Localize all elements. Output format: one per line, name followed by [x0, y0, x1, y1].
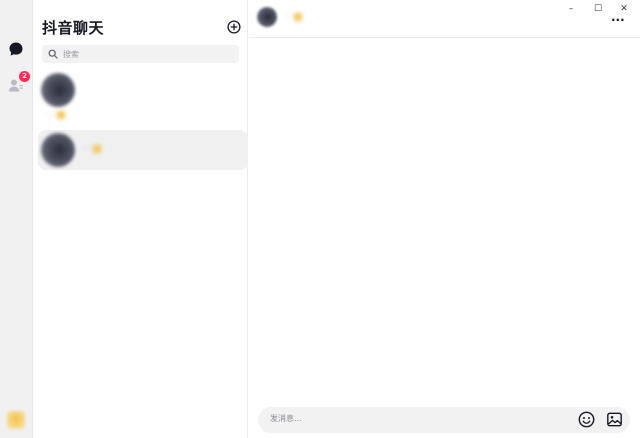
chat-header: · · ···: [249, 0, 640, 38]
plus-circle-icon: [227, 20, 241, 34]
close-button[interactable]: ✕: [614, 2, 634, 16]
chat-contact-name: · ·: [281, 12, 303, 22]
user-avatar[interactable]: [7, 411, 25, 429]
more-options-button[interactable]: ···: [611, 14, 625, 26]
conversation-name: · ·: [80, 144, 102, 154]
search-input[interactable]: [63, 49, 223, 59]
emoji-icon: [578, 411, 595, 428]
image-icon: [607, 412, 622, 427]
conversation-name: · ·: [44, 110, 66, 120]
avatar[interactable]: [257, 7, 277, 27]
avatar: [41, 73, 75, 107]
maximize-button[interactable]: ☐: [588, 2, 608, 16]
sidebar-item-contacts[interactable]: 2: [5, 71, 30, 96]
unread-badge: 2: [19, 71, 30, 82]
message-input[interactable]: [270, 414, 560, 423]
sidebar-rail: 2: [0, 0, 33, 438]
avatar: [41, 133, 75, 167]
image-button[interactable]: [606, 411, 623, 428]
search-icon: [48, 49, 58, 59]
emoji-button[interactable]: [578, 411, 595, 428]
message-composer: [258, 407, 630, 433]
conversation-item-selected[interactable]: · ·: [38, 130, 248, 170]
conversation-list-panel: 抖音聊天 · · · ·: [34, 0, 248, 438]
conversation-item[interactable]: · ·: [38, 70, 248, 120]
chat-pane: · · ··· – ☐ ✕: [249, 0, 640, 438]
page-title: 抖音聊天: [42, 19, 105, 37]
new-chat-button[interactable]: [227, 19, 241, 34]
chat-bubble-icon: [9, 42, 23, 56]
minimize-button[interactable]: –: [561, 2, 581, 16]
sidebar-item-chat[interactable]: [5, 38, 27, 60]
search-box: [42, 45, 239, 63]
